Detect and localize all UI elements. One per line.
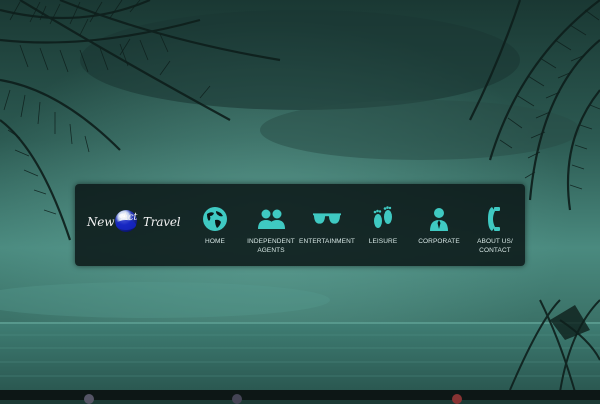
footer-social-icon[interactable] [84,394,94,404]
people-icon [257,206,285,232]
nav-item-entertainment[interactable]: ENTERTAINMENT [299,184,355,266]
logo-text-act: Act [121,212,138,223]
nav-item-about-contact[interactable]: ABOUT US/ CONTACT [467,184,523,266]
new-act-travel-logo[interactable]: New Act Travel [83,204,181,244]
sunglasses-icon [313,206,341,232]
logo-text-travel: Travel [143,215,181,229]
nav-item-independent-agents[interactable]: INDEPENDENT AGENTS [243,184,299,266]
nav-item-corporate[interactable]: CORPORATE [411,184,467,266]
nav-menu: HOME INDEPENDENT AGENTS ENTERTAINMENT LE… [187,184,519,266]
nav-label-leisure: LEISURE [368,238,398,245]
footer-social-icon[interactable] [232,394,242,404]
footer-social-icon[interactable] [452,394,462,404]
nav-label-about-contact: ABOUT US/ CONTACT [477,238,513,254]
businessman-icon [425,206,453,232]
globe-icon [201,206,229,232]
nav-label-entertainment: ENTERTAINMENT [299,238,355,245]
footprints-icon [369,206,397,232]
nav-item-leisure[interactable]: LEISURE [355,184,411,266]
nav-label-independent-agents: INDEPENDENT AGENTS [247,238,295,254]
main-navigation-bar: New Act Travel HOME INDEPENDENT AGENTS E… [75,184,525,266]
phone-icon [481,206,509,232]
logo-text-new: New [87,215,115,229]
nav-item-home[interactable]: HOME [187,184,243,266]
nav-label-home: HOME [205,238,225,245]
nav-label-corporate: CORPORATE [418,238,460,245]
